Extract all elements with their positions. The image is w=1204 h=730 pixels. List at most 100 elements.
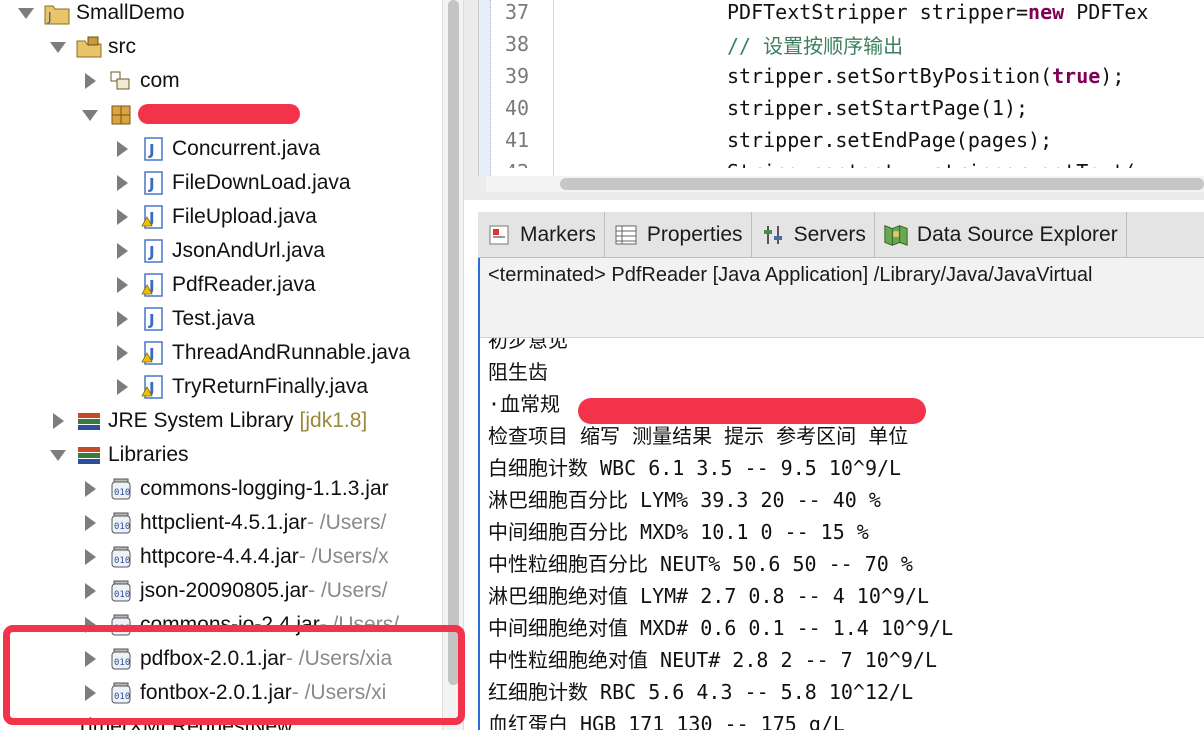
library-books-icon <box>76 442 102 468</box>
view-tab-bar: Markers Properties Servers Data Source E… <box>478 212 1204 258</box>
jar-path: - /Users/x <box>298 545 389 568</box>
tree-item-jre[interactable]: JRE System Library [jdk1.8] <box>48 404 367 438</box>
code-editor[interactable]: 37 PDFTextStripper stripper=new PDFTex 38 /… <box>478 0 1204 176</box>
java-file-icon: J <box>140 272 166 298</box>
explorer-scrollbar-thumb[interactable] <box>448 0 459 685</box>
jar-path: - /Users/ <box>306 511 387 534</box>
java-file-icon: J <box>140 306 166 332</box>
tree-item-project[interactable]: J SmallDemo <box>16 0 185 30</box>
java-project-icon: J <box>44 0 70 26</box>
java-file-icon: J <box>140 374 166 400</box>
collapse-triangle-icon[interactable] <box>80 105 100 125</box>
console-line: 中间细胞百分比 MXD% 10.1 0 -- 15 % <box>488 519 869 544</box>
tree-item-package-redacted[interactable] <box>80 98 140 132</box>
console-line: 阻生齿 <box>488 359 548 384</box>
tree-item-java-file[interactable]: J ThreadAndRunnable.java <box>112 336 410 370</box>
code-text: PDFTex <box>1064 0 1149 24</box>
collapse-triangle-icon[interactable] <box>16 3 36 23</box>
expand-triangle-icon[interactable] <box>112 207 132 227</box>
tree-item-java-file[interactable]: J Concurrent.java <box>112 132 320 166</box>
tree-item-java-file[interactable]: J FileUpload.java <box>112 200 317 234</box>
console-line: ·血常规 <box>488 391 561 416</box>
expand-triangle-icon[interactable] <box>80 71 100 91</box>
console-output[interactable]: 初步意见 阻生齿 ·血常规 检查项目 缩写 测量结果 提示 参考区间 单位 白细胞计数 … <box>488 338 1204 730</box>
code-comment: // 设置按顺序输出 <box>727 33 904 58</box>
tree-item-java-file[interactable]: J FileDownLoad.java <box>112 166 351 200</box>
package-com-label: com <box>140 69 180 92</box>
svg-text:J: J <box>148 243 155 261</box>
tab-servers[interactable]: Servers <box>752 212 875 258</box>
redaction-mark <box>138 104 300 124</box>
code-line: 39 stripper.setSortByPosition(true); <box>479 60 1204 92</box>
expand-triangle-icon[interactable] <box>112 309 132 329</box>
tree-item-libraries[interactable]: Libraries <box>48 438 189 472</box>
expand-triangle-icon[interactable] <box>112 139 132 159</box>
code-text: stripper.setSortByPosition( <box>727 64 1053 88</box>
line-number: 39 <box>505 64 530 88</box>
expand-triangle-icon[interactable] <box>80 479 100 499</box>
jar-name: httpcore-4.4.4.jar <box>140 545 299 568</box>
jar-path: - /Users/ <box>308 579 388 602</box>
code-text: String content = stripper.getText( <box>727 160 1137 176</box>
expand-triangle-icon[interactable] <box>112 343 132 363</box>
console-line: 血红蛋白 HGB 171 130 -- 175 g/L <box>488 711 845 730</box>
expand-triangle-icon[interactable] <box>80 581 100 601</box>
collapse-triangle-icon[interactable] <box>48 37 68 57</box>
java-file-icon: J <box>140 136 166 162</box>
project-label: SmallDemo <box>76 1 185 24</box>
collapse-triangle-icon[interactable] <box>48 445 68 465</box>
console-title: <terminated> PdfReader [Java Application… <box>488 264 1093 286</box>
servers-icon <box>760 222 786 248</box>
jar-icon: 010 <box>108 578 134 604</box>
library-books-icon <box>76 408 102 434</box>
console-header: <terminated> PdfReader [Java Application… <box>480 258 1204 338</box>
tree-item-java-file[interactable]: J Test.java <box>112 302 255 336</box>
expand-triangle-icon[interactable] <box>80 547 100 567</box>
code-keyword: true <box>1052 64 1101 88</box>
tab-markers[interactable]: Markers <box>478 212 605 258</box>
expand-triangle-icon[interactable] <box>112 275 132 295</box>
expand-triangle-icon[interactable] <box>112 241 132 261</box>
svg-text:010: 010 <box>114 556 130 566</box>
tree-item-java-file[interactable]: J JsonAndUrl.java <box>112 234 325 268</box>
jar-icon: 010 <box>108 544 134 570</box>
tree-item-jar[interactable]: 010 httpclient-4.5.1.jar - /Users/ <box>80 506 386 540</box>
java-file-label: PdfReader.java <box>172 273 316 296</box>
tree-item-jar[interactable]: 010 commons-logging-1.1.3.jar <box>80 472 389 506</box>
src-label: src <box>108 35 136 58</box>
line-number: 37 <box>505 0 530 24</box>
console-line: 中性粒细胞百分比 NEUT% 50.6 50 -- 70 % <box>488 551 913 576</box>
java-file-label: Concurrent.java <box>172 137 321 160</box>
code-text: stripper.setEndPage(pages); <box>727 128 1053 152</box>
tab-data-source-explorer[interactable]: Data Source Explorer <box>875 212 1127 258</box>
code-keyword: new <box>1028 0 1065 24</box>
svg-text:J: J <box>148 311 155 329</box>
tree-item-java-file[interactable]: J TryReturnFinally.java <box>112 370 368 404</box>
tree-item-package-com[interactable]: com <box>80 64 180 98</box>
java-file-label: TryReturnFinally.java <box>172 375 369 398</box>
tree-item-jar[interactable]: 010 httpcore-4.4.4.jar - /Users/x <box>80 540 389 574</box>
editor-scrollbar-thumb[interactable] <box>560 178 1204 190</box>
code-line: 40 stripper.setStartPage(1); <box>479 92 1204 124</box>
package-icon <box>108 102 134 128</box>
expand-triangle-icon[interactable] <box>80 513 100 533</box>
console-line: 初步意见 <box>488 338 568 352</box>
code-text: stripper.setStartPage(1); <box>727 96 1029 120</box>
java-file-icon: J <box>140 238 166 264</box>
console-view[interactable]: <terminated> PdfReader [Java Application… <box>478 258 1204 730</box>
jar-name: commons-logging-1.1.3.jar <box>140 477 389 500</box>
tab-properties[interactable]: Properties <box>605 212 752 258</box>
tree-item-java-file[interactable]: J PdfReader.java <box>112 268 316 302</box>
tree-item-jar[interactable]: 010 json-20090805.jar - /Users/ <box>80 574 387 608</box>
expand-triangle-icon[interactable] <box>112 377 132 397</box>
tree-item-src[interactable]: src <box>48 30 136 64</box>
java-file-icon: J <box>140 204 166 230</box>
svg-text:010: 010 <box>114 522 130 532</box>
highlight-box <box>3 625 465 725</box>
expand-triangle-icon[interactable] <box>48 411 68 431</box>
line-number: 40 <box>505 96 530 120</box>
console-line: 中性粒细胞绝对值 NEUT# 2.8 2 -- 7 10^9/L <box>488 647 937 672</box>
expand-triangle-icon[interactable] <box>112 173 132 193</box>
line-number: 41 <box>505 128 530 152</box>
line-number: 38 <box>505 32 530 56</box>
